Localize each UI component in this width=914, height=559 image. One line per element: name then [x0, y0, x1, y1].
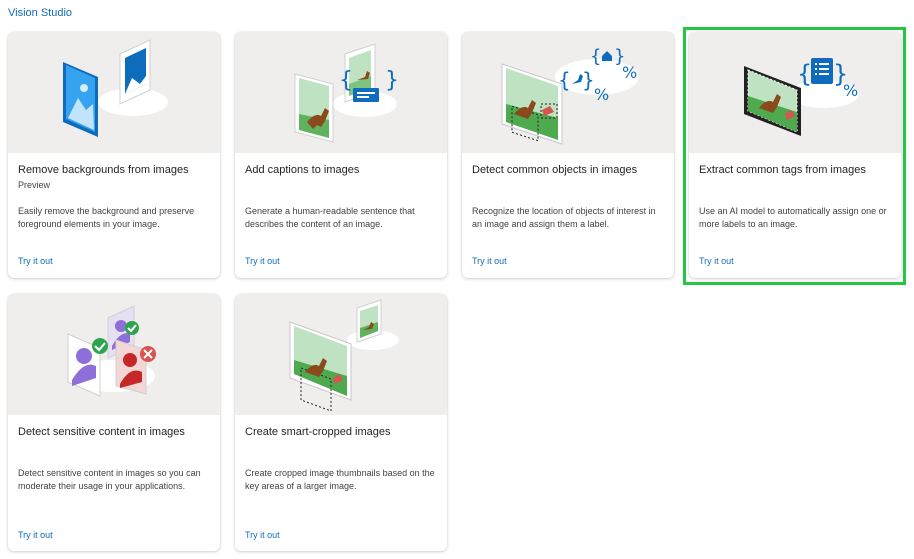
caption-illustration: { }: [235, 32, 447, 153]
try-it-out-link[interactable]: Try it out: [699, 256, 734, 266]
card-description: Recognize the location of objects of int…: [472, 206, 656, 229]
card-title: Add captions to images: [245, 164, 360, 176]
svg-text:{: {: [590, 46, 601, 67]
breadcrumb-vision-studio[interactable]: Vision Studio: [8, 7, 72, 19]
card-description: Use an AI model to automatically assign …: [699, 206, 887, 229]
svg-text:{: {: [339, 68, 353, 93]
card-title: Detect sensitive content in images: [18, 426, 185, 438]
card-smart-crop[interactable]: Create smart-cropped images Create cropp…: [235, 294, 447, 551]
tagging-illustration: { } %: [689, 32, 901, 153]
card-title: Detect common objects in images: [472, 164, 638, 176]
card-detect-objects[interactable]: { } { } % % Detect common objects in ima…: [462, 32, 674, 278]
smart-crop-illustration: [235, 294, 447, 415]
card-description: Generate a human-readable sentence that …: [245, 206, 415, 229]
card-detect-sensitive-content[interactable]: Detect sensitive content in images Detec…: [8, 294, 220, 551]
card-description: Easily remove the background and preserv…: [18, 206, 195, 229]
try-it-out-link[interactable]: Try it out: [18, 256, 53, 266]
remove-background-illustration: [8, 32, 220, 153]
try-it-out-link[interactable]: Try it out: [245, 256, 280, 266]
card-add-captions[interactable]: { } Add captions to images Generate a hu…: [235, 32, 447, 278]
try-it-out-link[interactable]: Try it out: [245, 530, 280, 540]
card-extract-tags[interactable]: { } % Extract common tags from images Us…: [689, 32, 901, 278]
preview-badge: Preview: [18, 180, 51, 190]
card-description: Create cropped image thumbnails based on…: [245, 468, 435, 491]
card-title: Remove backgrounds from images: [18, 164, 189, 176]
object-detection-illustration: { } { } % %: [462, 32, 674, 153]
try-it-out-link[interactable]: Try it out: [18, 530, 53, 540]
card-title: Extract common tags from images: [699, 164, 866, 176]
card-title: Create smart-cropped images: [245, 426, 391, 438]
svg-text:%: %: [843, 81, 858, 100]
card-remove-backgrounds[interactable]: Remove backgrounds from images Preview E…: [8, 32, 220, 278]
svg-text:%: %: [622, 63, 637, 82]
try-it-out-link[interactable]: Try it out: [472, 256, 507, 266]
svg-text:}: }: [385, 68, 399, 93]
svg-text:%: %: [594, 85, 609, 104]
card-description: Detect sensitive content in images so yo…: [18, 468, 201, 491]
svg-text:}: }: [582, 68, 595, 92]
content-moderation-illustration: [8, 294, 220, 415]
svg-text:{: {: [797, 60, 812, 88]
